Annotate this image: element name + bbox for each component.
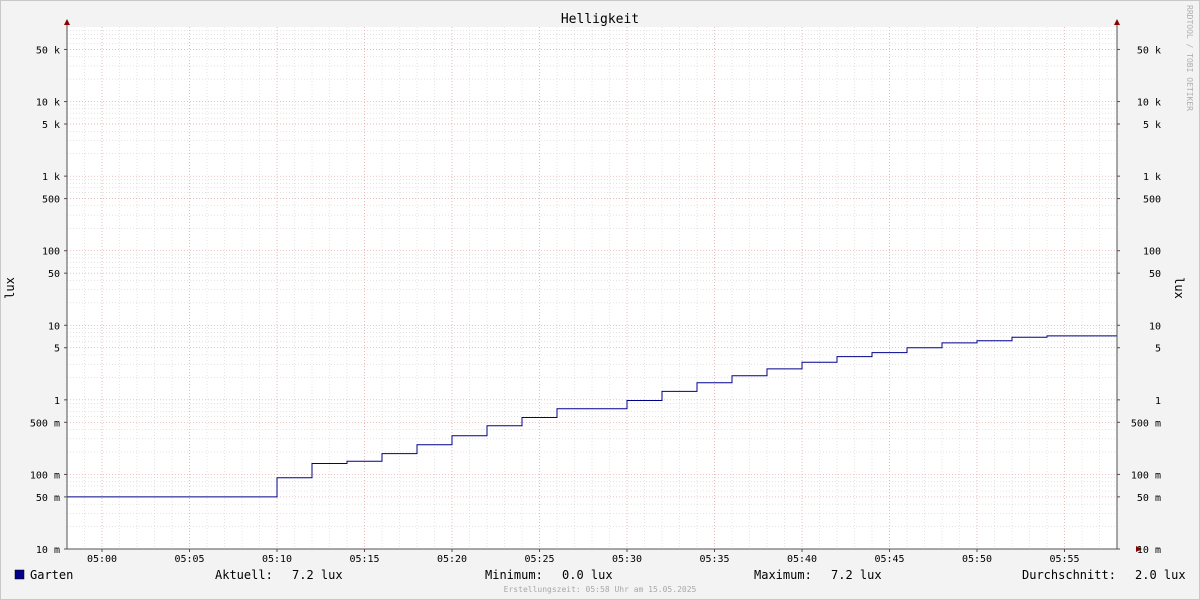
legend-minimum-label: Minimum: (485, 568, 543, 582)
legend-durchschnitt-value: 2.0 lux (1135, 568, 1186, 582)
y-tick-label-right: 100 m (1131, 470, 1161, 481)
brightness-chart: 05:00 05:05 05:10 05:15 05:20 05:25 05:30 05:35… (3, 5, 1194, 594)
y-tick-label-right: 50 k (1137, 45, 1161, 56)
legend-minimum-value: 0.0 lux (562, 568, 613, 582)
y-tick-label-right: 10 (1149, 321, 1161, 332)
chart-title: Helligkeit (561, 12, 639, 27)
y-tick-label-left: 10 (48, 321, 60, 332)
x-tick-label: 05:25 (524, 554, 554, 565)
legend-series-name: Garten (30, 568, 73, 582)
y-tick-label-left: 50 m (36, 493, 60, 504)
y-tick-label-left: 50 k (36, 45, 60, 56)
legend-maximum-value: 7.2 lux (831, 568, 882, 582)
x-tick-label: 05:50 (962, 554, 992, 565)
y-tick-label-left: 5 k (42, 120, 60, 131)
y-tick-label-right: 5 k (1143, 120, 1161, 131)
x-tick-label: 05:00 (87, 554, 117, 565)
y-tick-label-left: 50 (48, 269, 60, 280)
legend-durchschnitt-label: Durchschnitt: (1022, 568, 1116, 582)
x-tick-label: 05:35 (699, 554, 729, 565)
y-tick-label-right: 50 m (1137, 493, 1161, 504)
y-tick-label-right: 1 k (1143, 172, 1161, 183)
y-tick-label-right: 50 (1149, 269, 1161, 280)
x-tick-label: 05:45 (874, 554, 904, 565)
y-tick-label-right: 10 m (1137, 545, 1161, 556)
legend-maximum-label: Maximum: (754, 568, 812, 582)
y-tick-label-right: 1 (1155, 396, 1161, 407)
y-tick-label-left: 5 (54, 344, 60, 355)
y-tick-label-right: 100 (1143, 247, 1161, 258)
x-tick-label: 05:05 (174, 554, 204, 565)
creation-time: Erstellungszeit: 05:58 Uhr am 15.05.2025 (504, 585, 697, 594)
y-axis-label-left: lux (3, 277, 17, 299)
legend-aktuell-label: Aktuell: (215, 568, 273, 582)
y-tick-label-left: 100 m (30, 470, 60, 481)
y-tick-label-right: 10 k (1137, 98, 1161, 109)
y-tick-label-left: 10 k (36, 98, 60, 109)
x-tick-label: 05:10 (262, 554, 292, 565)
x-tick-label: 05:40 (787, 554, 817, 565)
y-tick-label-left: 500 (42, 195, 60, 206)
y-axis-arrow-right (1114, 19, 1120, 25)
y-tick-label-left: 100 (42, 247, 60, 258)
y-tick-label-left: 500 m (30, 418, 60, 429)
legend-aktuell-value: 7.2 lux (292, 568, 343, 582)
x-tick-label: 05:30 (612, 554, 642, 565)
rrdtool-watermark: RRDTOOL / TOBI OETIKER (1185, 5, 1194, 111)
y-tick-label-left: 10 m (36, 545, 60, 556)
y-tick-label-left: 1 (54, 396, 60, 407)
y-axis-label-right: lux (1172, 277, 1186, 299)
legend-swatch-garten (14, 569, 25, 580)
y-tick-label-right: 500 (1143, 195, 1161, 206)
y-tick-label-right: 5 (1155, 344, 1161, 355)
y-tick-label-right: 500 m (1131, 418, 1161, 429)
x-tick-label: 05:55 (1049, 554, 1079, 565)
x-tick-label: 05:20 (437, 554, 467, 565)
x-tick-label: 05:15 (349, 554, 379, 565)
y-axis-arrow-left (64, 19, 70, 25)
y-tick-label-left: 1 k (42, 172, 60, 183)
